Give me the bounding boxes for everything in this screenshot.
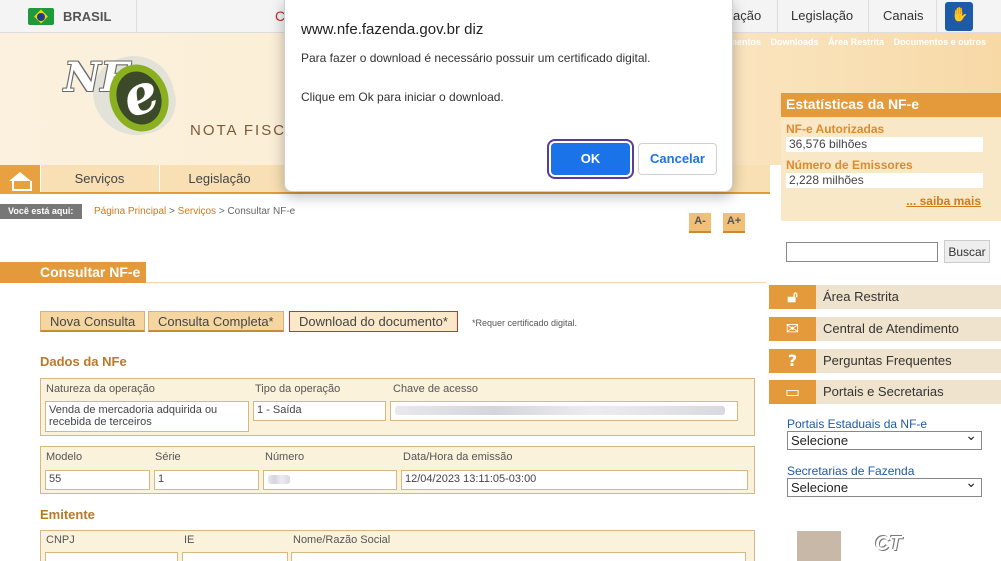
sidebar-item-central-atendimento[interactable]: ✉ Central de Atendimento xyxy=(769,317,1001,341)
sidebar-item-label: Área Restrita xyxy=(823,289,899,304)
section-emitente-title: Emitente xyxy=(40,507,95,522)
top-link-downloads[interactable]: Downloads xyxy=(771,37,819,47)
label-numero: Número xyxy=(265,451,305,463)
sidebar-item-portais[interactable]: ▭ Portais e Secretarias xyxy=(769,380,1001,404)
value-chave xyxy=(390,401,738,421)
window-icon: ▭ xyxy=(769,380,816,404)
top-link-area-restrita[interactable]: Área Restrita xyxy=(828,37,884,47)
new-query-button[interactable]: Nova Consulta xyxy=(40,311,146,332)
font-decrease-button[interactable]: A- xyxy=(689,213,711,233)
label-natureza: Natureza da operação xyxy=(46,383,155,395)
nfe-data-box-1: Natureza da operação Tipo da operação Ch… xyxy=(40,378,755,436)
label-cnpj: CNPJ xyxy=(46,534,75,546)
breadcrumb-sep: > xyxy=(218,206,225,217)
sidebar-item-area-restrita[interactable]: 🔓︎ Área Restrita xyxy=(769,285,1001,309)
cte-logo-icon: CT xyxy=(875,533,902,555)
state-portals-select[interactable]: Selecione xyxy=(787,428,982,450)
divider xyxy=(136,0,137,33)
value-ie xyxy=(182,552,288,561)
home-icon[interactable] xyxy=(0,165,40,194)
nfe-logo[interactable]: NF xyxy=(64,46,184,145)
stats-issuers-value: 2,228 milhões xyxy=(786,173,983,188)
brazil-flag-icon xyxy=(28,8,54,25)
lock-icon: 🔓︎ xyxy=(769,285,816,309)
stats-authorized-value: 36,576 bilhões xyxy=(786,137,983,152)
label-modelo: Modelo xyxy=(46,451,83,463)
divider xyxy=(936,0,937,33)
value-natureza: Venda de mercadoria adquirida ou recebid… xyxy=(45,401,249,432)
value-serie: 1 xyxy=(154,470,259,490)
breadcrumb-home[interactable]: Página Principal xyxy=(94,206,166,217)
value-tipo: 1 - Saída xyxy=(253,401,386,421)
title-underline xyxy=(146,282,766,283)
page-title: Consultar NF-e xyxy=(0,262,146,283)
dialog-message-1: Para fazer o download é necessário possu… xyxy=(301,51,651,65)
state-portals-label: Portais Estaduais da NF-e xyxy=(787,417,928,431)
gov-link-canais[interactable]: Canais xyxy=(883,8,923,23)
label-chave: Chave de acesso xyxy=(393,383,478,395)
stats-title: Estatísticas da NF-e xyxy=(781,93,1001,117)
dialog-origin: www.nfe.fazenda.gov.br diz xyxy=(301,21,484,38)
envelope-icon: ✉ xyxy=(769,317,816,341)
value-nome xyxy=(291,552,746,561)
stats-issuers-label: Número de Emissores xyxy=(786,158,913,172)
label-nome: Nome/Razão Social xyxy=(293,534,391,546)
secretaries-label: Secretarias de Fazenda xyxy=(787,464,915,478)
redacted-key xyxy=(395,406,725,415)
country-label[interactable]: BRASIL xyxy=(63,9,111,24)
dialog-message-2: Clique em Ok para iniciar o download. xyxy=(301,90,504,104)
sidebar-item-perguntas[interactable]: ? Perguntas Frequentes xyxy=(769,349,1001,373)
sidebar-item-label: Perguntas Frequentes xyxy=(823,353,952,368)
banner-image xyxy=(797,531,841,561)
confirm-dialog: www.nfe.fazenda.gov.br diz Para fazer o … xyxy=(284,0,733,192)
menu-item-legislacao[interactable]: Legislação xyxy=(159,165,279,192)
ok-button[interactable]: OK xyxy=(551,143,630,175)
divider xyxy=(777,0,778,33)
breadcrumb-services[interactable]: Serviços xyxy=(178,206,216,217)
question-icon: ? xyxy=(769,349,816,373)
top-link-documentos-outros[interactable]: Documentos e outros xyxy=(894,37,987,47)
download-document-button[interactable]: Download do documento* xyxy=(289,311,458,332)
value-modelo: 55 xyxy=(45,470,150,490)
cte-banner[interactable]: CT xyxy=(797,531,962,561)
label-tipo: Tipo da operação xyxy=(255,383,341,395)
sidebar-item-label: Portais e Secretarias xyxy=(823,384,944,399)
redacted-number xyxy=(268,475,290,484)
accessibility-icon[interactable] xyxy=(945,2,973,31)
section-nfe-title: Dados da NFe xyxy=(40,354,127,369)
emitente-box: CNPJ IE Nome/Razão Social xyxy=(40,530,755,561)
label-serie: Série xyxy=(155,451,181,463)
menu-item-servicos[interactable]: Serviços xyxy=(40,165,158,192)
stats-authorized-label: NF-e Autorizadas xyxy=(786,122,885,136)
label-ie: IE xyxy=(184,534,195,546)
certificate-note: *Requer certificado digital. xyxy=(472,318,578,328)
sidebar-item-label: Central de Atendimento xyxy=(823,321,959,336)
gov-link-participacao[interactable]: ação xyxy=(733,8,761,23)
search-input[interactable] xyxy=(786,242,938,262)
you-are-here-label: Você está aqui: xyxy=(0,204,82,219)
header-subtitle: NOTA FISCA xyxy=(190,122,299,139)
value-datahora: 12/04/2023 13:11:05-03:00 xyxy=(401,470,748,490)
breadcrumb-sep: > xyxy=(169,206,175,217)
stats-panel: Estatísticas da NF-e NF-e Autorizadas 36… xyxy=(781,93,1001,221)
full-query-button[interactable]: Consulta Completa* xyxy=(148,311,284,332)
font-increase-button[interactable]: A+ xyxy=(723,213,745,233)
gov-link-legislacao[interactable]: Legislação xyxy=(791,8,853,23)
breadcrumb: Página Principal > Serviços > Consultar … xyxy=(94,206,295,217)
divider xyxy=(868,0,869,33)
header-top-links: mentos Downloads Área Restrita Documento… xyxy=(722,37,986,47)
value-cnpj xyxy=(45,552,178,561)
top-link-documentos[interactable]: mentos xyxy=(729,37,761,47)
secretaries-select[interactable]: Selecione xyxy=(787,475,982,497)
label-datahora: Data/Hora da emissão xyxy=(403,451,513,463)
value-numero xyxy=(263,470,397,490)
breadcrumb-current: Consultar NF-e xyxy=(227,206,296,217)
search-button[interactable]: Buscar xyxy=(944,240,990,263)
cancel-button[interactable]: Cancelar xyxy=(638,143,717,175)
stats-more-link[interactable]: ... saiba mais xyxy=(906,194,981,208)
nfe-data-box-2: Modelo Série Número Data/Hora da emissão… xyxy=(40,446,755,494)
